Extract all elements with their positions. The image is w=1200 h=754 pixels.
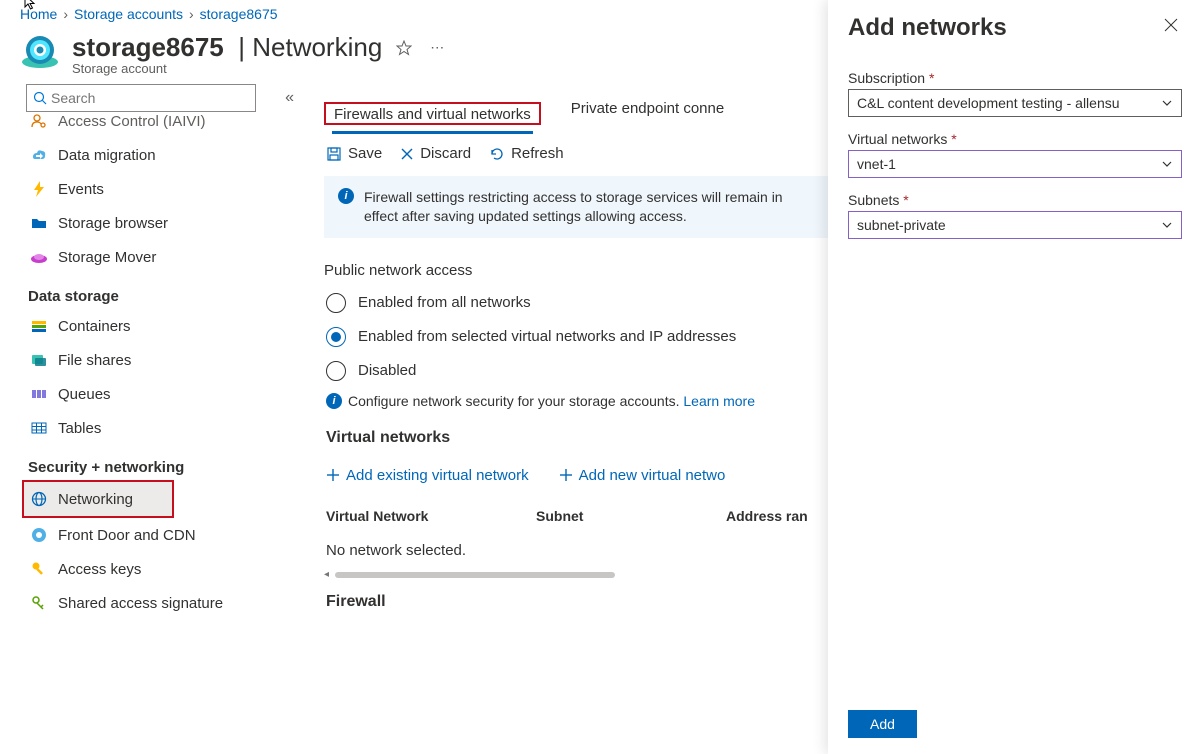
sidebar-item-containers[interactable]: Containers: [0, 309, 308, 343]
person-key-icon: [30, 112, 48, 130]
front-door-icon: [30, 526, 48, 544]
discard-button[interactable]: Discard: [400, 145, 471, 162]
subnet-select[interactable]: subnet-private: [848, 211, 1182, 239]
sidebar-group-data-storage: Data storage: [0, 274, 308, 309]
info-icon: i: [338, 188, 354, 204]
chevron-right-icon: ›: [63, 6, 68, 22]
key-icon: [30, 560, 48, 578]
lightning-icon: [30, 180, 48, 198]
file-shares-icon: [30, 351, 48, 369]
sidebar-item-storage-browser[interactable]: Storage browser: [0, 206, 308, 240]
resource-type-label: Storage account: [72, 61, 448, 76]
add-networks-panel: Add networks Subscription * C&L content …: [828, 0, 1200, 754]
sidebar-item-iam[interactable]: Access Control (IAIVI): [0, 112, 308, 138]
learn-more-link[interactable]: Learn more: [683, 393, 755, 409]
chevron-down-icon: [1161, 158, 1173, 170]
subnet-label: Subnets *: [848, 192, 1182, 208]
sidebar-item-front-door[interactable]: Front Door and CDN: [0, 518, 308, 552]
sidebar-group-security-networking: Security + networking: [0, 445, 308, 480]
sas-icon: [30, 594, 48, 612]
tab-private-endpoints[interactable]: Private endpoint conne: [569, 96, 726, 125]
save-button[interactable]: Save: [326, 145, 382, 162]
containers-icon: [30, 317, 48, 335]
plus-icon: [559, 468, 573, 482]
info-text: Firewall settings restricting access to …: [364, 188, 784, 226]
save-icon: [326, 146, 342, 162]
queues-icon: [30, 385, 48, 403]
subscription-label: Subscription *: [848, 70, 1182, 86]
search-icon: [33, 91, 47, 105]
add-new-vnet-button[interactable]: Add new virtual netwo: [557, 459, 738, 492]
add-existing-vnet-button[interactable]: Add existing virtual network: [324, 459, 541, 492]
tab-firewalls[interactable]: Firewalls and virtual networks: [332, 102, 533, 134]
sidebar-item-events[interactable]: Events: [0, 172, 308, 206]
sidebar-item-file-shares[interactable]: File shares: [0, 343, 308, 377]
more-button[interactable]: ⋯: [426, 35, 448, 60]
add-button[interactable]: Add: [848, 710, 917, 738]
sidebar-item-tables[interactable]: Tables: [0, 411, 308, 445]
security-hint-text: Configure network security for your stor…: [348, 393, 755, 409]
folder-icon: [30, 214, 48, 232]
chevron-down-icon: [1161, 97, 1173, 109]
sidebar: « ▴ Access Control (IAIVI) Data migratio…: [0, 76, 308, 720]
collapse-sidebar-button[interactable]: «: [281, 85, 298, 111]
refresh-icon: [489, 146, 505, 162]
plus-icon: [326, 468, 340, 482]
close-icon: [1164, 18, 1178, 32]
close-button[interactable]: [1160, 14, 1182, 39]
sidebar-item-sas[interactable]: Shared access signature: [0, 586, 308, 620]
mover-icon: [30, 248, 48, 266]
tables-icon: [30, 419, 48, 437]
cursor-icon: [24, 0, 40, 10]
x-icon: [400, 147, 414, 161]
sidebar-search[interactable]: [26, 84, 256, 112]
favorite-button[interactable]: [392, 36, 416, 60]
sidebar-item-queues[interactable]: Queues: [0, 377, 308, 411]
sidebar-item-storage-mover[interactable]: Storage Mover: [0, 240, 308, 274]
sidebar-item-data-migration[interactable]: Data migration: [0, 138, 308, 172]
subscription-select[interactable]: C&L content development testing - allens…: [848, 89, 1182, 117]
refresh-button[interactable]: Refresh: [489, 145, 564, 162]
networking-icon: [30, 490, 48, 508]
page-title: storage8675 | Networking: [72, 32, 382, 63]
vnet-label: Virtual networks *: [848, 131, 1182, 147]
chevron-right-icon: ›: [189, 6, 194, 22]
breadcrumb-resource[interactable]: storage8675: [200, 6, 278, 22]
search-input[interactable]: [47, 88, 249, 108]
vnet-select[interactable]: vnet-1: [848, 150, 1182, 178]
migration-icon: [30, 146, 48, 164]
sidebar-item-networking[interactable]: Networking: [24, 482, 172, 516]
sidebar-item-access-keys[interactable]: Access keys: [0, 552, 308, 586]
storage-account-icon: [20, 32, 60, 72]
breadcrumb-storage-accounts[interactable]: Storage accounts: [74, 6, 183, 22]
info-icon: i: [326, 393, 342, 409]
panel-title: Add networks: [848, 14, 1007, 42]
chevron-down-icon: [1161, 219, 1173, 231]
